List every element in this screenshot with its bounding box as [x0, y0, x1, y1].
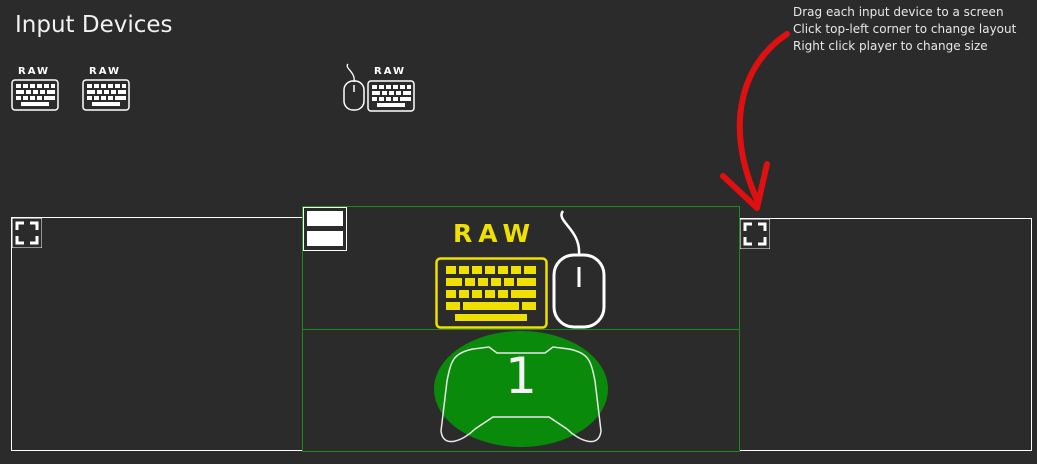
- raw-label: RAW: [89, 66, 122, 77]
- device-keyboard-1[interactable]: RAW: [11, 66, 59, 112]
- split-divider: [303, 329, 739, 330]
- raw-label: RAW: [18, 66, 51, 77]
- keyboard-icon: [435, 257, 548, 329]
- input-raw-label: RAW: [453, 219, 537, 248]
- layout-toggle-icon[interactable]: [303, 207, 347, 251]
- mouse-icon: [343, 63, 365, 111]
- hint-layout: Click top-left corner to change layout: [793, 22, 1017, 36]
- fullscreen-corner-icon[interactable]: [740, 219, 770, 249]
- keyboard-icon: [367, 80, 415, 112]
- hint-drag: Drag each input device to a screen: [793, 5, 1004, 19]
- player-number[interactable]: 1: [303, 347, 739, 405]
- device-keyboard-mouse[interactable]: RAW: [342, 62, 416, 114]
- screen-left[interactable]: [11, 217, 303, 451]
- red-arrow-icon: [720, 31, 790, 211]
- raw-label: RAW: [374, 66, 407, 77]
- mouse-icon: [552, 210, 606, 329]
- screen-center[interactable]: RAW 1: [302, 206, 740, 452]
- instructions: Drag each input device to a screen Click…: [793, 4, 1016, 55]
- page-title: Input Devices: [15, 12, 173, 38]
- keyboard-icon: [11, 79, 59, 111]
- keyboard-icon: [82, 79, 130, 111]
- hint-size: Right click player to change size: [793, 39, 988, 53]
- fullscreen-corner-icon[interactable]: [12, 218, 42, 248]
- screen-right[interactable]: [739, 218, 1032, 451]
- device-keyboard-2[interactable]: RAW: [82, 66, 130, 112]
